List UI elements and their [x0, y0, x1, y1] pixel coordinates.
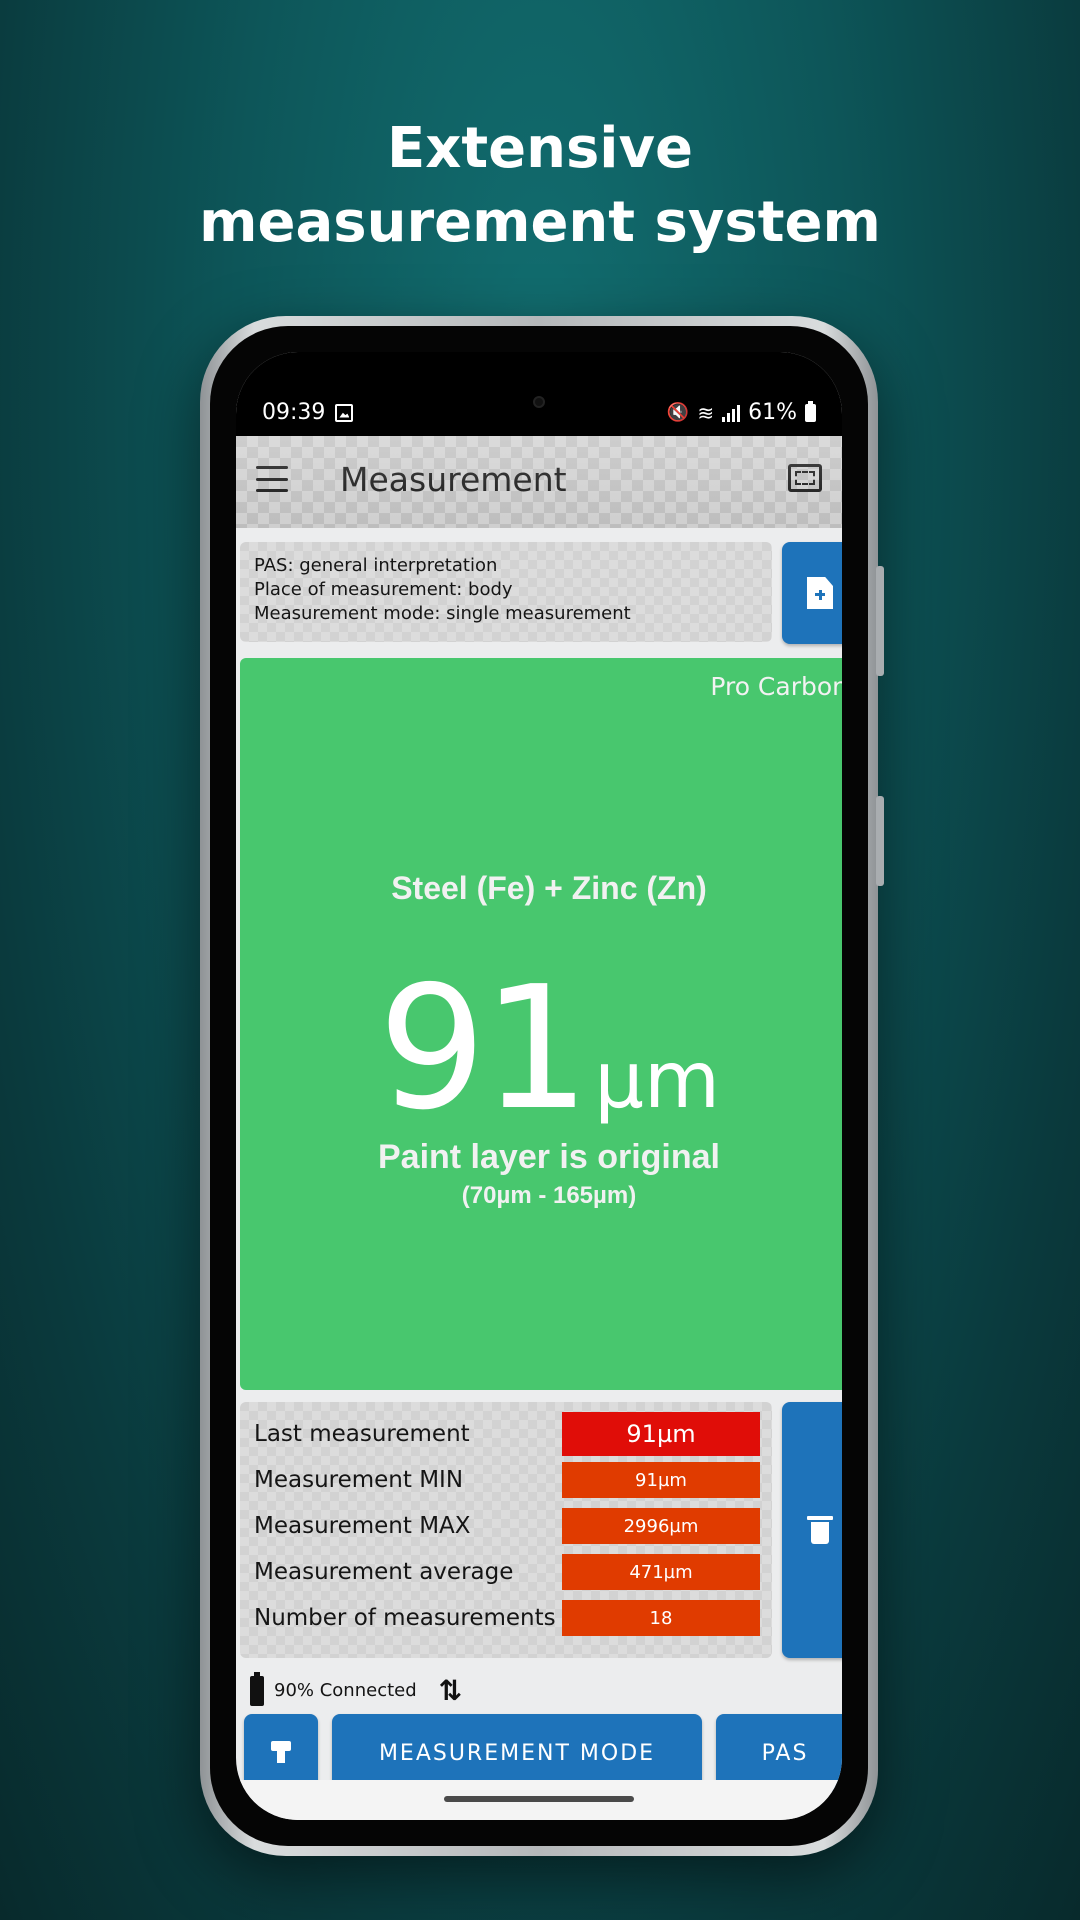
measurement-number: 91: [378, 950, 590, 1148]
stat-value: 18: [562, 1600, 760, 1636]
stat-row-min: Measurement MIN 91µm: [254, 1462, 760, 1498]
status-time-group: 09:39: [262, 400, 354, 425]
trash-icon: [807, 1516, 833, 1544]
statistics-panel: Last measurement 91µm Measurement MIN 91…: [240, 1402, 772, 1658]
stat-row-last: Last measurement 91µm: [254, 1412, 760, 1456]
material-label: Steel (Fe) + Zinc (Zn): [391, 870, 707, 906]
home-indicator[interactable]: [444, 1796, 634, 1802]
stat-value: 2996µm: [562, 1508, 760, 1544]
app-bar: Measurement: [236, 436, 842, 528]
battery-percent: 61%: [748, 400, 797, 425]
stat-value: 471µm: [562, 1554, 760, 1590]
fullscreen-icon[interactable]: [788, 464, 822, 492]
front-camera: [533, 396, 545, 408]
headline-line-2: measurement system: [199, 190, 881, 255]
mute-icon: 🔇: [666, 402, 690, 423]
status-icons: 🔇 ≋ 61%: [667, 400, 816, 425]
stat-row-average: Measurement average 471µm: [254, 1554, 760, 1590]
app-screen: 09:39 🔇 ≋ 61% Measurement PAS: general i…: [236, 352, 842, 1820]
stat-row-max: Measurement MAX 2996µm: [254, 1508, 760, 1544]
file-plus-icon: [807, 577, 833, 609]
place-info: Place of measurement: body: [254, 579, 513, 600]
new-report-button[interactable]: [782, 542, 842, 644]
result-panel: Pro Carbon Steel (Fe) + Zinc (Zn) 91 µm P…: [240, 658, 842, 1390]
status-bar: 09:39 🔇 ≋ 61%: [236, 352, 842, 436]
stat-value: 91µm: [562, 1462, 760, 1498]
menu-icon[interactable]: [256, 466, 288, 492]
pas-info: PAS: general interpretation: [254, 555, 498, 576]
stat-row-count: Number of measurements 18: [254, 1600, 760, 1636]
paint-verdict: Paint layer is original: [377, 1138, 720, 1176]
status-time: 09:39: [262, 400, 326, 425]
battery-icon: [250, 1671, 264, 1706]
connection-text: 90% Connected: [274, 1680, 417, 1701]
image-notification-icon: [335, 403, 354, 422]
mode-info: Measurement mode: single measurement: [254, 603, 631, 624]
phone-frame: 09:39 🔇 ≋ 61% Measurement PAS: general i…: [200, 316, 884, 1856]
delete-measurements-button[interactable]: [782, 1402, 842, 1658]
device-profile-label: Pro Carbon: [710, 672, 842, 701]
wifi-icon: ≋: [697, 400, 715, 425]
measurement-mode-label: MEASUREMENT MODE: [378, 1740, 656, 1766]
sync-arrows-icon: ⇅: [438, 1674, 463, 1707]
measurement-unit: µm: [594, 1036, 720, 1126]
navigation-bar: [236, 1780, 842, 1820]
reference-range: (70µm - 165µm): [461, 1182, 637, 1209]
stat-value: 91µm: [562, 1412, 760, 1456]
probe-icon: [271, 1741, 291, 1765]
connection-status: 90% Connected ⇅: [250, 1671, 463, 1707]
signal-icon: [722, 404, 741, 422]
status-battery-icon: [805, 400, 816, 422]
page-title: Measurement: [340, 460, 567, 499]
measurement-value: 91 µm: [240, 950, 842, 1148]
phone-bezel: 09:39 🔇 ≋ 61% Measurement PAS: general i…: [210, 326, 868, 1846]
measurement-info-panel: PAS: general interpretation Place of mea…: [240, 542, 772, 642]
volume-button: [876, 566, 884, 676]
pas-label: PAS: [761, 1740, 809, 1766]
power-button: [876, 796, 884, 886]
headline-line-1: Extensive: [386, 116, 693, 181]
headline: Extensive measurement system: [0, 112, 1080, 260]
